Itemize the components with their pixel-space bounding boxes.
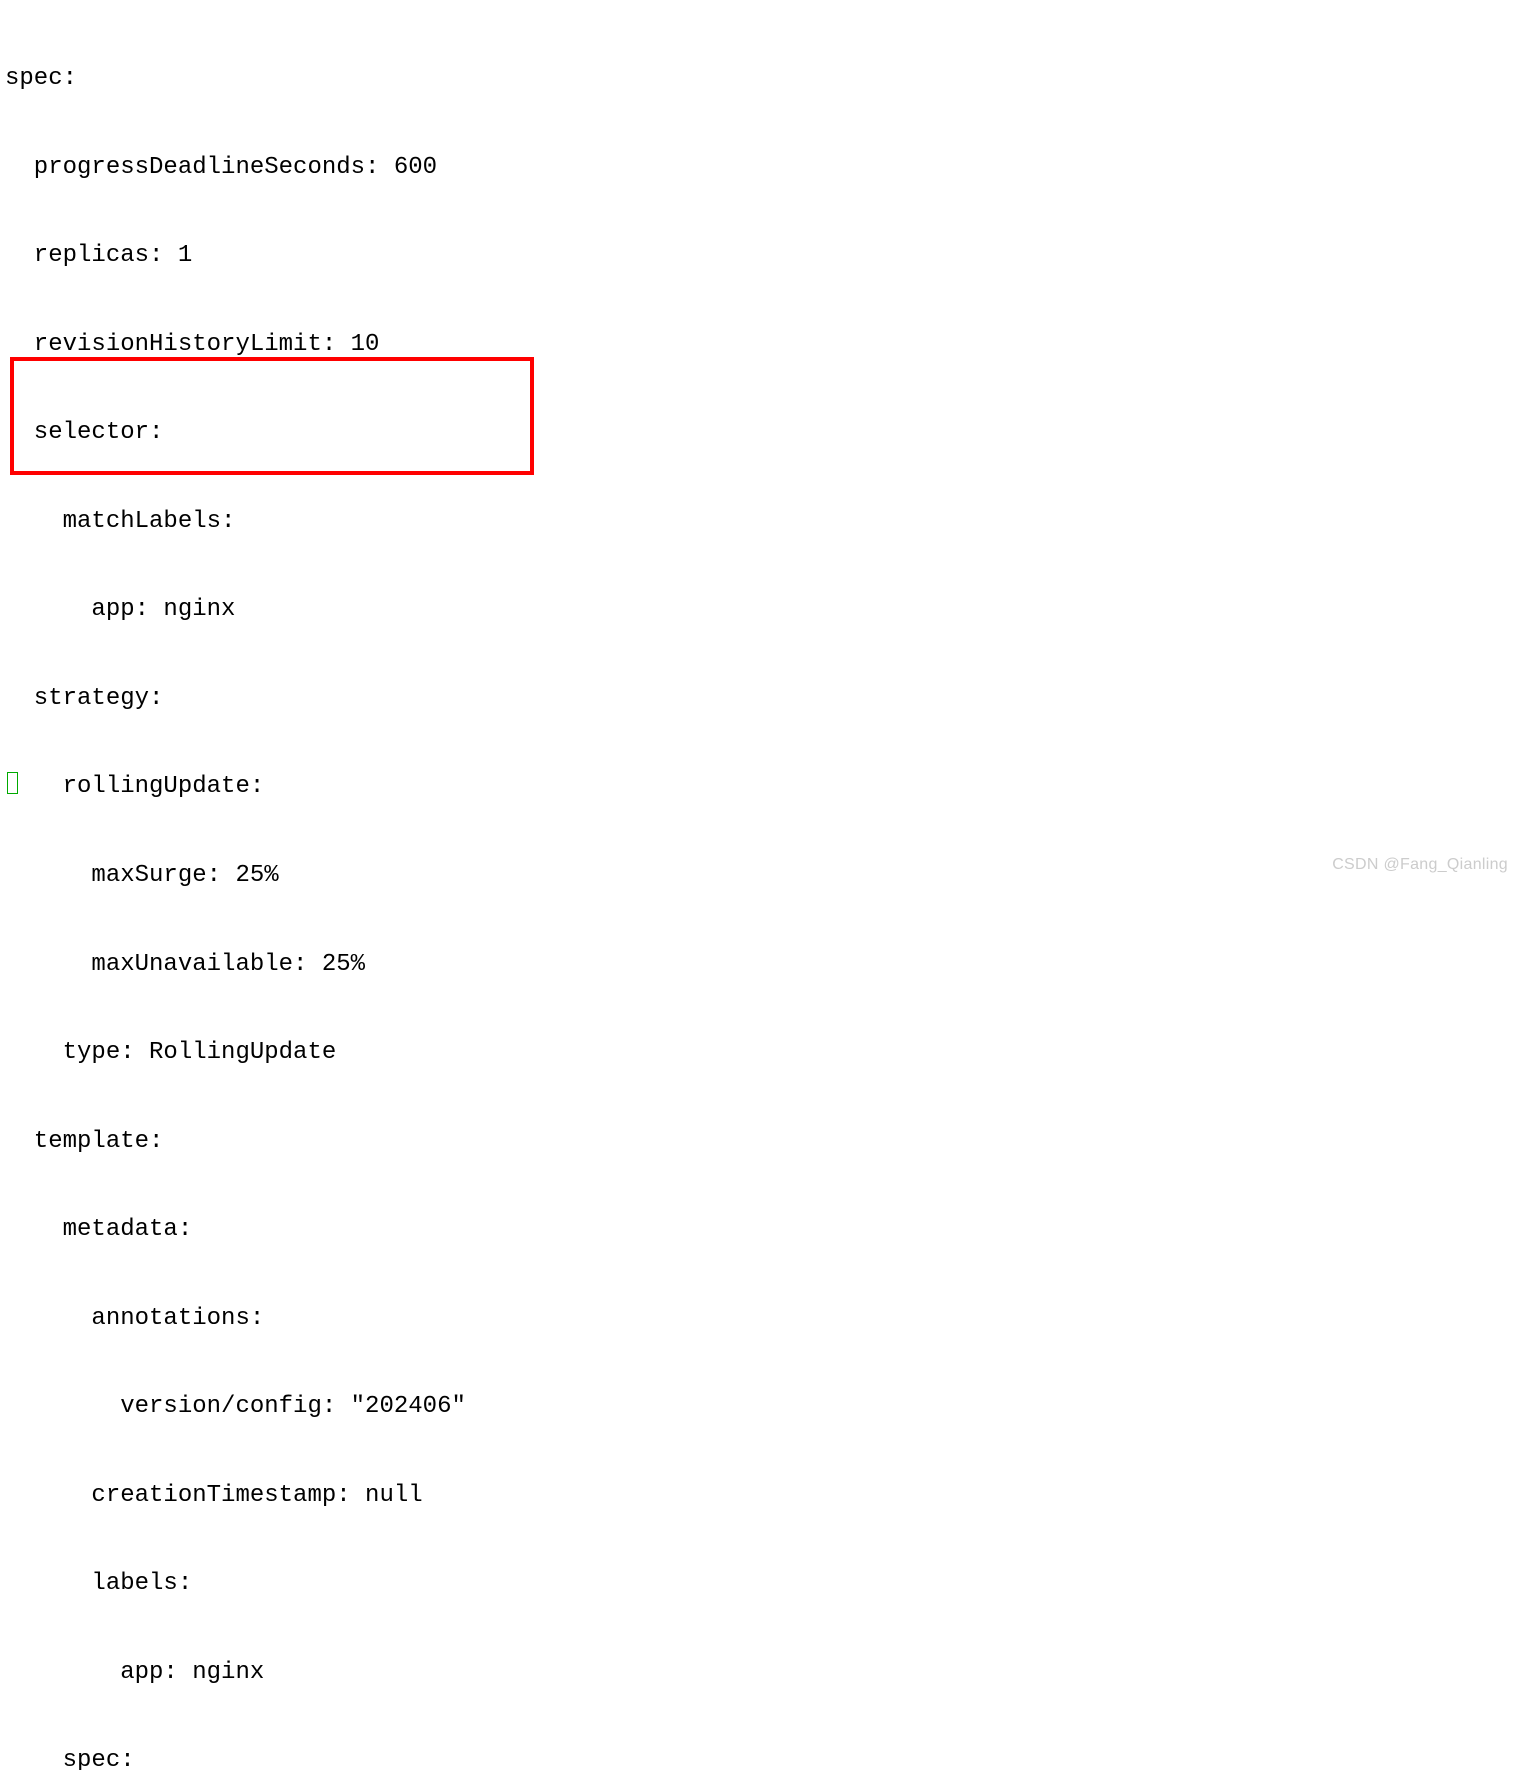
code-line: type: RollingUpdate <box>5 1038 1522 1068</box>
code-line: rollingUpdate: <box>5 772 1522 802</box>
yaml-code-block: spec: progressDeadlineSeconds: 600 repli… <box>5 5 1522 1770</box>
code-line: progressDeadlineSeconds: 600 <box>5 153 1522 183</box>
code-line: revisionHistoryLimit: 10 <box>5 330 1522 360</box>
text-cursor-icon <box>7 772 18 794</box>
code-line: replicas: 1 <box>5 241 1522 271</box>
code-line: selector: <box>5 418 1522 448</box>
code-line: app: nginx <box>5 595 1522 625</box>
code-line: template: <box>5 1127 1522 1157</box>
watermark-text: CSDN @Fang_Qianling <box>1332 855 1508 875</box>
code-line: creationTimestamp: null <box>5 1481 1522 1511</box>
code-line: maxSurge: 25% <box>5 861 1522 891</box>
code-line: app: nginx <box>5 1658 1522 1688</box>
code-line: annotations: <box>5 1304 1522 1334</box>
code-line: spec: <box>5 1746 1522 1770</box>
code-line: metadata: <box>5 1215 1522 1245</box>
code-line: labels: <box>5 1569 1522 1599</box>
code-line: version/config: "202406" <box>5 1392 1522 1422</box>
code-line: maxUnavailable: 25% <box>5 950 1522 980</box>
code-line: spec: <box>5 64 1522 94</box>
code-line: strategy: <box>5 684 1522 714</box>
code-line: matchLabels: <box>5 507 1522 537</box>
